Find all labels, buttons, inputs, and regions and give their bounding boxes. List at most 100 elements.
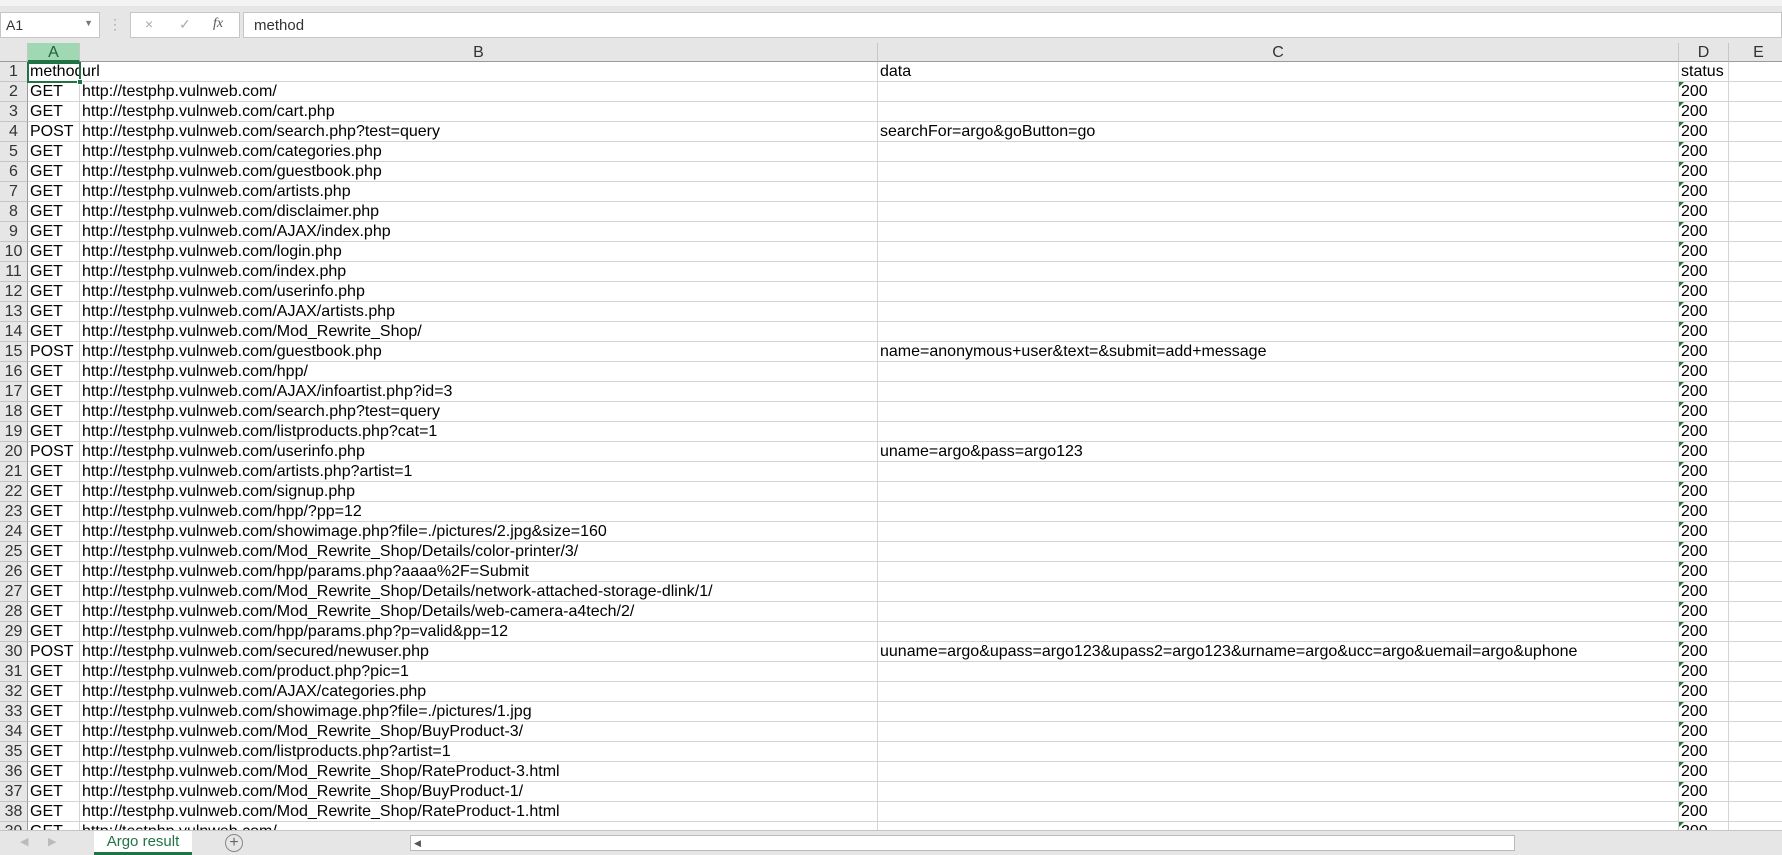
cell-D24[interactable]: 200 bbox=[1679, 522, 1729, 542]
cell-D26[interactable]: 200 bbox=[1679, 562, 1729, 582]
cell-E11[interactable] bbox=[1729, 262, 1782, 282]
row-header[interactable]: 32 bbox=[0, 682, 28, 702]
cell-A17[interactable]: GET bbox=[28, 382, 80, 402]
cell-D17[interactable]: 200 bbox=[1679, 382, 1729, 402]
row-header[interactable]: 25 bbox=[0, 542, 28, 562]
cell-E26[interactable] bbox=[1729, 562, 1782, 582]
row-header[interactable]: 39 bbox=[0, 822, 28, 830]
cell-B21[interactable]: http://testphp.vulnweb.com/artists.php?a… bbox=[80, 462, 878, 482]
cell-B12[interactable]: http://testphp.vulnweb.com/userinfo.php bbox=[80, 282, 878, 302]
fx-icon[interactable]: fx bbox=[213, 16, 223, 32]
cell-B26[interactable]: http://testphp.vulnweb.com/hpp/params.ph… bbox=[80, 562, 878, 582]
cell-D11[interactable]: 200 bbox=[1679, 262, 1729, 282]
cell-A22[interactable]: GET bbox=[28, 482, 80, 502]
cell-A1[interactable]: method bbox=[28, 62, 80, 82]
cell-E14[interactable] bbox=[1729, 322, 1782, 342]
cell-C33[interactable] bbox=[878, 702, 1679, 722]
row-header[interactable]: 9 bbox=[0, 222, 28, 242]
cell-B13[interactable]: http://testphp.vulnweb.com/AJAX/artists.… bbox=[80, 302, 878, 322]
cell-A27[interactable]: GET bbox=[28, 582, 80, 602]
column-header-E[interactable]: E bbox=[1729, 43, 1782, 62]
scroll-left-arrow-icon[interactable]: ◀ bbox=[414, 836, 421, 850]
cancel-icon[interactable]: × bbox=[145, 16, 153, 32]
cell-B33[interactable]: http://testphp.vulnweb.com/showimage.php… bbox=[80, 702, 878, 722]
row-header[interactable]: 17 bbox=[0, 382, 28, 402]
cell-E3[interactable] bbox=[1729, 102, 1782, 122]
cell-C21[interactable] bbox=[878, 462, 1679, 482]
chevron-down-icon[interactable]: ▼ bbox=[84, 18, 93, 28]
column-header-A[interactable]: A bbox=[28, 43, 80, 62]
cell-B18[interactable]: http://testphp.vulnweb.com/search.php?te… bbox=[80, 402, 878, 422]
cell-D12[interactable]: 200 bbox=[1679, 282, 1729, 302]
cell-E29[interactable] bbox=[1729, 622, 1782, 642]
cell-C12[interactable] bbox=[878, 282, 1679, 302]
cell-B15[interactable]: http://testphp.vulnweb.com/guestbook.php bbox=[80, 342, 878, 362]
cell-C27[interactable] bbox=[878, 582, 1679, 602]
cell-C16[interactable] bbox=[878, 362, 1679, 382]
cell-E30[interactable] bbox=[1729, 642, 1782, 662]
cell-A19[interactable]: GET bbox=[28, 422, 80, 442]
cell-C5[interactable] bbox=[878, 142, 1679, 162]
cell-D4[interactable]: 200 bbox=[1679, 122, 1729, 142]
cell-D5[interactable]: 200 bbox=[1679, 142, 1729, 162]
cell-B35[interactable]: http://testphp.vulnweb.com/listproducts.… bbox=[80, 742, 878, 762]
row-header[interactable]: 11 bbox=[0, 262, 28, 282]
cell-D21[interactable]: 200 bbox=[1679, 462, 1729, 482]
cell-B27[interactable]: http://testphp.vulnweb.com/Mod_Rewrite_S… bbox=[80, 582, 878, 602]
cell-D7[interactable]: 200 bbox=[1679, 182, 1729, 202]
cell-A23[interactable]: GET bbox=[28, 502, 80, 522]
cell-E34[interactable] bbox=[1729, 722, 1782, 742]
name-box[interactable]: A1 ▼ bbox=[0, 12, 100, 38]
cell-A38[interactable]: GET bbox=[28, 802, 80, 822]
cell-C29[interactable] bbox=[878, 622, 1679, 642]
horizontal-scrollbar[interactable]: ◀ bbox=[410, 835, 1515, 851]
cell-E2[interactable] bbox=[1729, 82, 1782, 102]
cell-B20[interactable]: http://testphp.vulnweb.com/userinfo.php bbox=[80, 442, 878, 462]
row-header[interactable]: 26 bbox=[0, 562, 28, 582]
cell-D39[interactable]: 200 bbox=[1679, 822, 1729, 830]
cell-A36[interactable]: GET bbox=[28, 762, 80, 782]
cell-B7[interactable]: http://testphp.vulnweb.com/artists.php bbox=[80, 182, 878, 202]
cell-A35[interactable]: GET bbox=[28, 742, 80, 762]
cell-D8[interactable]: 200 bbox=[1679, 202, 1729, 222]
cell-C15[interactable]: name=anonymous+user&text=&submit=add+mes… bbox=[878, 342, 1679, 362]
cell-B9[interactable]: http://testphp.vulnweb.com/AJAX/index.ph… bbox=[80, 222, 878, 242]
cell-E19[interactable] bbox=[1729, 422, 1782, 442]
cell-E31[interactable] bbox=[1729, 662, 1782, 682]
row-header[interactable]: 18 bbox=[0, 402, 28, 422]
row-header[interactable]: 1 bbox=[0, 62, 28, 82]
cell-B10[interactable]: http://testphp.vulnweb.com/login.php bbox=[80, 242, 878, 262]
cell-C30[interactable]: uuname=argo&upass=argo123&upass2=argo123… bbox=[878, 642, 1679, 662]
cell-C7[interactable] bbox=[878, 182, 1679, 202]
cell-E28[interactable] bbox=[1729, 602, 1782, 622]
cell-B31[interactable]: http://testphp.vulnweb.com/product.php?p… bbox=[80, 662, 878, 682]
cell-B34[interactable]: http://testphp.vulnweb.com/Mod_Rewrite_S… bbox=[80, 722, 878, 742]
cell-B8[interactable]: http://testphp.vulnweb.com/disclaimer.ph… bbox=[80, 202, 878, 222]
cell-A20[interactable]: POST bbox=[28, 442, 80, 462]
cell-E13[interactable] bbox=[1729, 302, 1782, 322]
cell-E36[interactable] bbox=[1729, 762, 1782, 782]
cell-B32[interactable]: http://testphp.vulnweb.com/AJAX/categori… bbox=[80, 682, 878, 702]
cell-D3[interactable]: 200 bbox=[1679, 102, 1729, 122]
cell-A9[interactable]: GET bbox=[28, 222, 80, 242]
cell-C25[interactable] bbox=[878, 542, 1679, 562]
cell-A33[interactable]: GET bbox=[28, 702, 80, 722]
cell-B23[interactable]: http://testphp.vulnweb.com/hpp/?pp=12 bbox=[80, 502, 878, 522]
cell-B28[interactable]: http://testphp.vulnweb.com/Mod_Rewrite_S… bbox=[80, 602, 878, 622]
cell-D6[interactable]: 200 bbox=[1679, 162, 1729, 182]
row-header[interactable]: 35 bbox=[0, 742, 28, 762]
row-header[interactable]: 38 bbox=[0, 802, 28, 822]
cell-A18[interactable]: GET bbox=[28, 402, 80, 422]
cell-A39[interactable]: GET bbox=[28, 822, 80, 830]
cell-A6[interactable]: GET bbox=[28, 162, 80, 182]
row-header[interactable]: 13 bbox=[0, 302, 28, 322]
cell-D19[interactable]: 200 bbox=[1679, 422, 1729, 442]
cell-A26[interactable]: GET bbox=[28, 562, 80, 582]
row-header[interactable]: 7 bbox=[0, 182, 28, 202]
cell-B14[interactable]: http://testphp.vulnweb.com/Mod_Rewrite_S… bbox=[80, 322, 878, 342]
cell-A15[interactable]: POST bbox=[28, 342, 80, 362]
row-header[interactable]: 12 bbox=[0, 282, 28, 302]
cell-C23[interactable] bbox=[878, 502, 1679, 522]
cell-D15[interactable]: 200 bbox=[1679, 342, 1729, 362]
cell-E35[interactable] bbox=[1729, 742, 1782, 762]
